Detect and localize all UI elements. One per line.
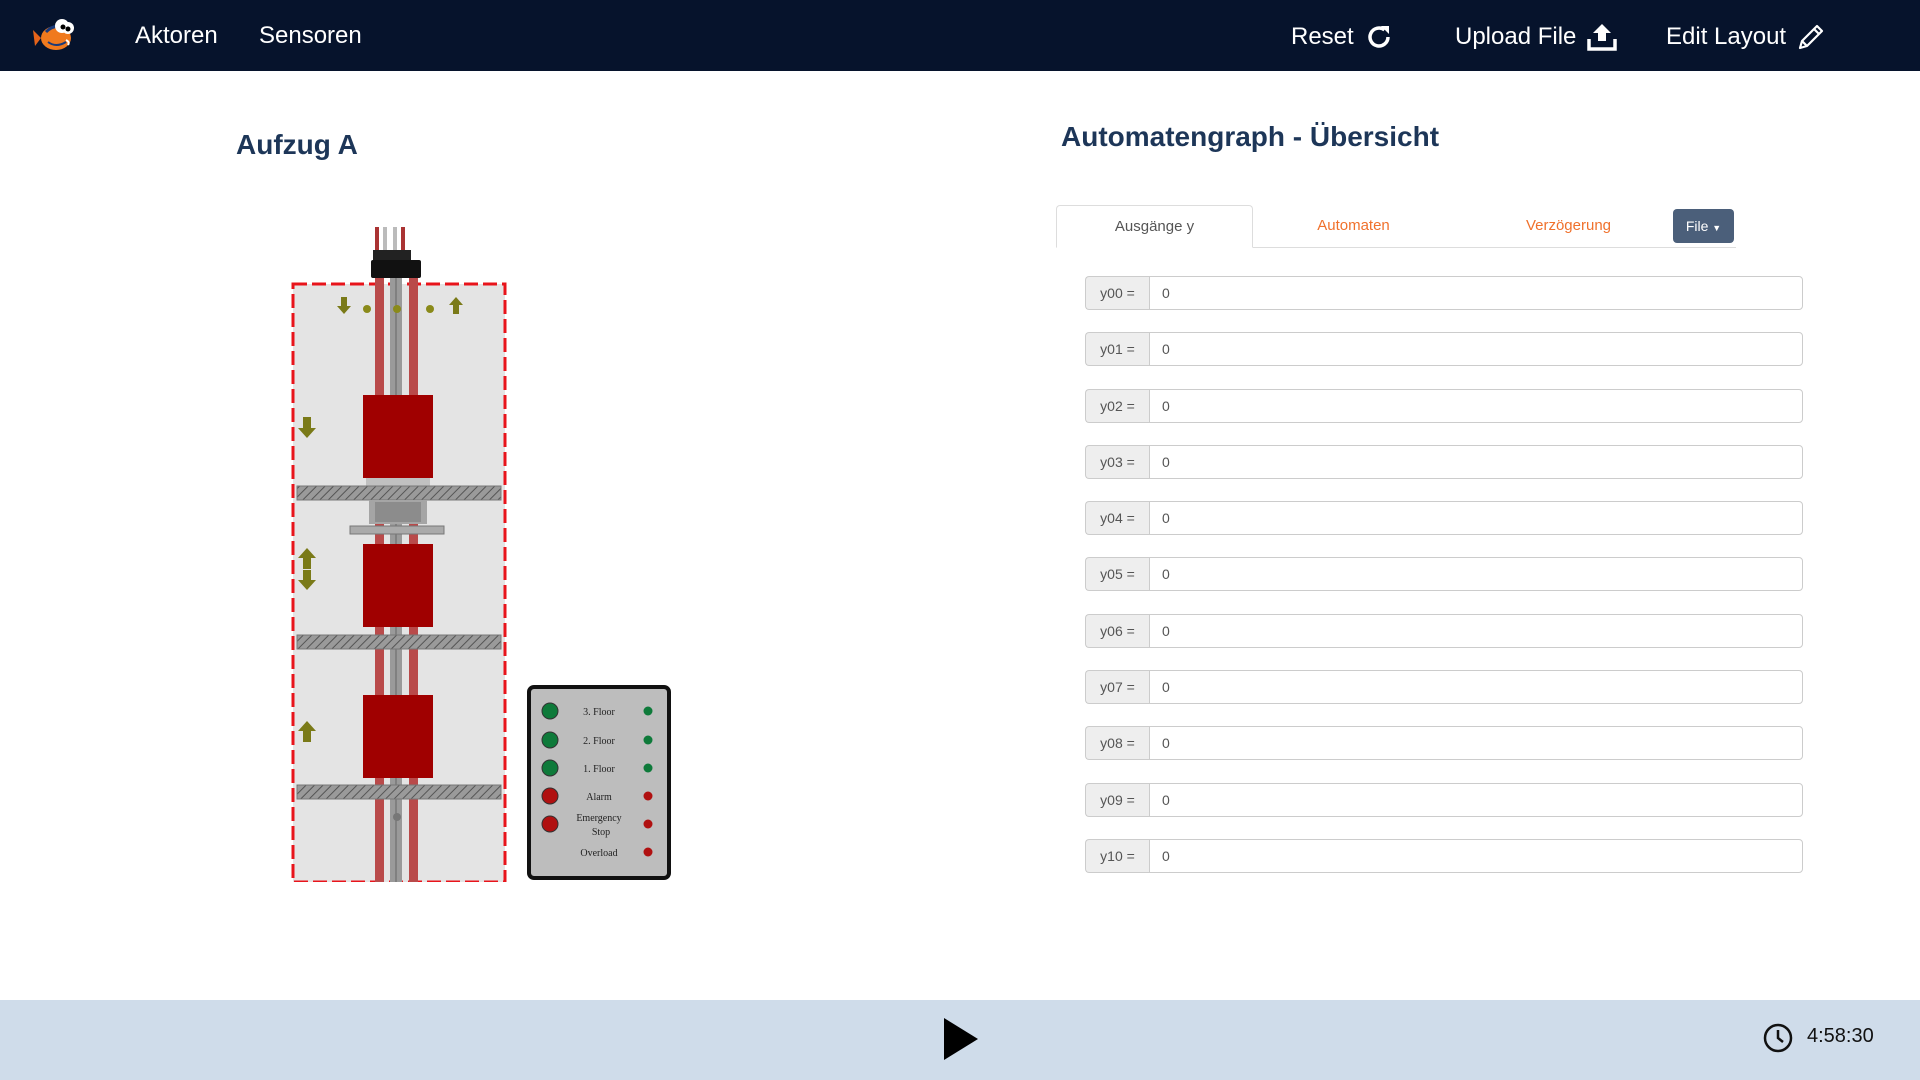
panel-label-overload: Overload [580, 848, 617, 859]
car-floor2 [363, 544, 433, 627]
output-value-input[interactable] [1149, 444, 1803, 479]
output-row: y08 = [1085, 726, 1803, 761]
output-label: y03 = [1085, 444, 1149, 479]
panel-label-stop: Stop [592, 827, 610, 838]
output-label: y05 = [1085, 557, 1149, 592]
reset-label: Reset [1291, 23, 1354, 50]
output-row: y05 = [1085, 557, 1803, 592]
control-panel: 3. Floor 2. Floor 1. Floor Alarm Emergen… [527, 685, 671, 880]
upload-label: Upload File [1455, 23, 1577, 50]
nav-sensoren[interactable]: Sensoren [259, 22, 362, 50]
floor1-call-button[interactable] [541, 759, 559, 777]
elevator-visualization: 3. Floor 2. Floor 1. Floor Alarm Emergen… [291, 227, 671, 882]
alarm-button[interactable] [541, 787, 559, 805]
floor3-slab [296, 485, 502, 501]
elevator-title: Aufzug A [236, 129, 358, 160]
floor1-slab [296, 784, 502, 800]
outputs-list: y00 = y01 = y02 = y03 = y04 = y05 = y06 … [1085, 276, 1803, 895]
panel-label-3floor: 3. Floor [583, 707, 615, 718]
output-label: y06 = [1085, 613, 1149, 648]
tab-verzoegerung[interactable]: Verzögerung [1456, 205, 1681, 247]
output-label: y09 = [1085, 782, 1149, 817]
tab-ausgaenge[interactable]: Ausgänge y [1056, 205, 1253, 248]
output-label: y02 = [1085, 388, 1149, 423]
output-row: y09 = [1085, 782, 1803, 817]
caret-down-icon: ▼ [1712, 223, 1722, 233]
output-label: y00 = [1085, 276, 1149, 310]
reset-button[interactable]: Reset [1291, 22, 1394, 52]
output-value-input[interactable] [1149, 613, 1803, 648]
output-row: y01 = [1085, 332, 1803, 367]
overview-title: Automatengraph - Übersicht [1061, 121, 1440, 152]
output-row: y06 = [1085, 613, 1803, 648]
car-floor3 [363, 395, 433, 478]
top-navbar: Aktoren Sensoren Reset Upload File Edit … [0, 0, 1920, 71]
output-row: y07 = [1085, 670, 1803, 705]
output-row: y00 = [1085, 276, 1803, 310]
file-dropdown-button[interactable]: File ▼ [1673, 209, 1734, 243]
output-label: y10 = [1085, 838, 1149, 873]
output-value-input[interactable] [1149, 670, 1803, 705]
output-label: y07 = [1085, 670, 1149, 705]
clock-icon [1763, 1023, 1793, 1053]
output-label: y08 = [1085, 726, 1149, 761]
output-value-input[interactable] [1149, 276, 1803, 310]
play-icon[interactable] [941, 1015, 981, 1063]
panel-label-1floor: 1. Floor [583, 764, 615, 775]
nav-aktoren[interactable]: Aktoren [135, 22, 218, 50]
panel-label-emergency: Emergency [576, 813, 621, 824]
emergency-stop-button[interactable] [541, 815, 559, 833]
output-value-input[interactable] [1149, 782, 1803, 817]
output-label: y04 = [1085, 501, 1149, 536]
simulation-time: 4:58:30 [1807, 1025, 1874, 1047]
output-row: y10 = [1085, 838, 1803, 873]
upload-icon [1587, 24, 1618, 51]
file-label: File [1685, 218, 1709, 234]
output-value-input[interactable] [1149, 838, 1803, 873]
panel-label-alarm: Alarm [586, 792, 612, 803]
fish-logo-icon[interactable] [32, 12, 78, 58]
floor3-call-button[interactable] [541, 702, 559, 720]
refresh-icon [1367, 26, 1390, 48]
overview-tabs: Ausgänge y Automaten Verzögerung [1056, 205, 1736, 248]
floor2-slab [296, 634, 502, 650]
tab-automaten[interactable]: Automaten [1256, 205, 1451, 247]
panel-label-2floor: 2. Floor [583, 736, 615, 747]
pencil-icon [1798, 24, 1824, 50]
output-row: y02 = [1085, 388, 1803, 423]
edit-layout-button[interactable]: Edit Layout [1666, 22, 1826, 52]
output-label: y01 = [1085, 332, 1149, 367]
output-row: y03 = [1085, 444, 1803, 479]
floor2-call-button[interactable] [541, 731, 559, 749]
motor-unit [371, 227, 421, 278]
edit-layout-label: Edit Layout [1666, 23, 1787, 50]
output-value-input[interactable] [1149, 501, 1803, 536]
output-value-input[interactable] [1149, 388, 1803, 423]
output-value-input[interactable] [1149, 557, 1803, 592]
output-value-input[interactable] [1149, 332, 1803, 367]
upload-file-button[interactable]: Upload File [1455, 22, 1618, 52]
car-floor1 [363, 695, 433, 778]
output-value-input[interactable] [1149, 726, 1803, 761]
output-row: y04 = [1085, 501, 1803, 536]
